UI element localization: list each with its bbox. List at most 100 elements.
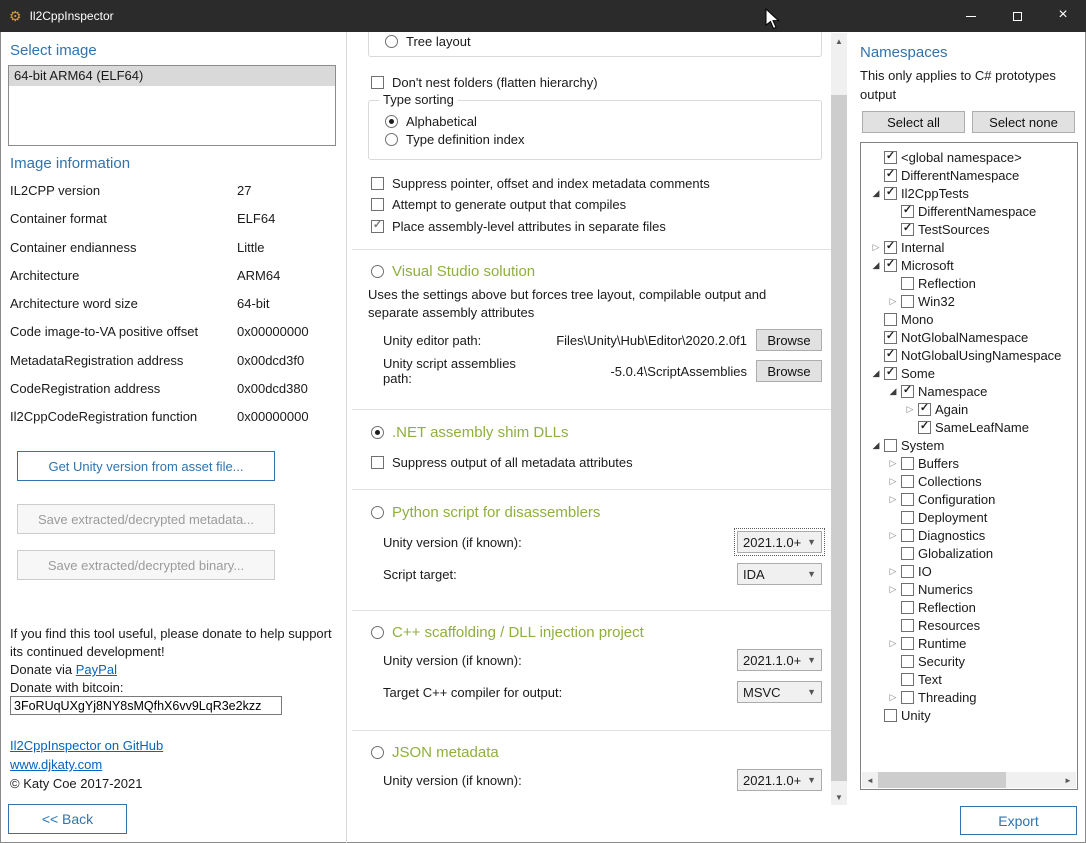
expander-collapsed-icon[interactable]: ▷ — [868, 242, 884, 253]
tree-item-microsoft[interactable]: ◢Microsoft — [862, 256, 1076, 274]
script-target-select[interactable]: IDA ▼ — [737, 563, 822, 585]
shim-dlls-option[interactable]: .NET assembly shim DLLs — [371, 422, 568, 442]
minimize-button[interactable] — [948, 0, 994, 32]
tree-item-runtime[interactable]: ▷Runtime — [862, 634, 1076, 652]
unity-editor-path-field[interactable]: Files\Unity\Hub\Editor\2020.2.0f1 — [529, 333, 747, 348]
namespace-checkbox[interactable] — [884, 187, 897, 200]
tree-item-reflection[interactable]: Reflection — [862, 598, 1076, 616]
expander-expanded-icon[interactable]: ◢ — [868, 188, 884, 199]
suppress-metadata-attributes-checkbox[interactable] — [371, 456, 384, 469]
scroll-down-button[interactable]: ▼ — [831, 789, 847, 805]
tree-item-text[interactable]: Text — [862, 670, 1076, 688]
select-none-button[interactable]: Select none — [972, 111, 1075, 133]
namespace-checkbox[interactable] — [884, 259, 897, 272]
tree-item-win32[interactable]: ▷Win32 — [862, 292, 1076, 310]
separate-attribute-files-checkbox[interactable] — [371, 220, 384, 233]
namespace-checkbox[interactable] — [918, 421, 931, 434]
shim-dlls-radio[interactable] — [371, 426, 384, 439]
tree-item-threading[interactable]: ▷Threading — [862, 688, 1076, 706]
namespace-checkbox[interactable] — [901, 385, 914, 398]
tree-item-sameleafname[interactable]: SameLeafName — [862, 418, 1076, 436]
tree-item-reflection[interactable]: Reflection — [862, 274, 1076, 292]
namespace-checkbox[interactable] — [901, 205, 914, 218]
json-metadata-radio[interactable] — [371, 746, 384, 759]
namespace-checkbox[interactable] — [901, 655, 914, 668]
namespace-checkbox[interactable] — [884, 313, 897, 326]
expander-collapsed-icon[interactable]: ▷ — [885, 584, 901, 595]
tree-item-buffers[interactable]: ▷Buffers — [862, 454, 1076, 472]
namespace-checkbox[interactable] — [901, 673, 914, 686]
script-assemblies-path-field[interactable]: -5.0.4\ScriptAssemblies — [529, 364, 747, 379]
tree-item-collections[interactable]: ▷Collections — [862, 472, 1076, 490]
tree-item-internal[interactable]: ▷Internal — [862, 238, 1076, 256]
tree-item-il2cpptests[interactable]: ◢Il2CppTests — [862, 184, 1076, 202]
flatten-hierarchy-checkbox[interactable] — [371, 76, 384, 89]
cpp-unity-version-select[interactable]: 2021.1.0+ ▼ — [737, 649, 822, 671]
namespace-checkbox[interactable] — [884, 349, 897, 362]
namespace-checkbox[interactable] — [901, 547, 914, 560]
suppress-metadata-attributes-option[interactable]: Suppress output of all metadata attribut… — [371, 453, 633, 471]
tree-item-notglobalusingnamespace[interactable]: NotGlobalUsingNamespace — [862, 346, 1076, 364]
tree-item-deployment[interactable]: Deployment — [862, 508, 1076, 526]
browse-assemblies-path-button[interactable]: Browse — [756, 360, 822, 382]
flatten-hierarchy-option[interactable]: Don't nest folders (flatten hierarchy) — [371, 73, 598, 91]
paypal-link[interactable]: PayPal — [76, 662, 117, 677]
suppress-metadata-comments-option[interactable]: Suppress pointer, offset and index metad… — [371, 174, 710, 192]
alphabetical-radio[interactable] — [385, 115, 398, 128]
type-definition-index-option[interactable]: Type definition index — [385, 132, 525, 147]
visual-studio-solution-radio[interactable] — [371, 265, 384, 278]
namespace-checkbox[interactable] — [884, 169, 897, 182]
namespace-checkbox[interactable] — [918, 403, 931, 416]
type-definition-index-radio[interactable] — [385, 133, 398, 146]
expander-collapsed-icon[interactable]: ▷ — [885, 494, 901, 505]
compilable-output-option[interactable]: Attempt to generate output that compiles — [371, 195, 626, 213]
tree-item-again[interactable]: ▷Again — [862, 400, 1076, 418]
namespace-checkbox[interactable] — [884, 331, 897, 344]
namespace-checkbox[interactable] — [901, 565, 914, 578]
python-script-radio[interactable] — [371, 506, 384, 519]
tree-horizontal-scrollbar[interactable]: ◄ ► — [862, 772, 1076, 788]
namespace-checkbox[interactable] — [884, 151, 897, 164]
tree-item-global-namespace[interactable]: <global namespace> — [862, 148, 1076, 166]
tree-layout-radio[interactable] — [385, 35, 398, 48]
namespace-checkbox[interactable] — [901, 277, 914, 290]
scroll-right-button[interactable]: ► — [1060, 772, 1076, 788]
tree-item-globalization[interactable]: Globalization — [862, 544, 1076, 562]
expander-collapsed-icon[interactable]: ▷ — [885, 692, 901, 703]
tree-item-differentnamespace[interactable]: DifferentNamespace — [862, 166, 1076, 184]
expander-collapsed-icon[interactable]: ▷ — [885, 638, 901, 649]
python-unity-version-select[interactable]: 2021.1.0+ ▼ — [737, 531, 822, 553]
website-link[interactable]: www.djkaty.com — [10, 757, 102, 772]
separate-attribute-files-option[interactable]: Place assembly-level attributes in separ… — [371, 217, 666, 235]
namespace-checkbox[interactable] — [901, 637, 914, 650]
tree-item-configuration[interactable]: ▷Configuration — [862, 490, 1076, 508]
options-scrollbar[interactable]: ▲ ▼ — [831, 33, 847, 805]
tree-item-security[interactable]: Security — [862, 652, 1076, 670]
namespace-checkbox[interactable] — [901, 457, 914, 470]
tree-layout-option[interactable]: Tree layout — [385, 34, 471, 49]
namespace-checkbox[interactable] — [901, 511, 914, 524]
tree-item-notglobalnamespace[interactable]: NotGlobalNamespace — [862, 328, 1076, 346]
image-listbox[interactable]: 64-bit ARM64 (ELF64) — [8, 65, 336, 146]
compilable-output-checkbox[interactable] — [371, 198, 384, 211]
namespace-checkbox[interactable] — [901, 493, 914, 506]
namespace-checkbox[interactable] — [901, 529, 914, 542]
namespace-checkbox[interactable] — [901, 475, 914, 488]
suppress-metadata-comments-checkbox[interactable] — [371, 177, 384, 190]
namespace-checkbox[interactable] — [901, 691, 914, 704]
json-unity-version-select[interactable]: 2021.1.0+ ▼ — [737, 769, 822, 791]
tree-item-unity[interactable]: Unity — [862, 706, 1076, 724]
tree-item-namespace[interactable]: ◢Namespace — [862, 382, 1076, 400]
github-link[interactable]: Il2CppInspector on GitHub — [10, 738, 163, 753]
get-unity-version-button[interactable]: Get Unity version from asset file... — [17, 451, 275, 481]
tree-item-differentnamespace[interactable]: DifferentNamespace — [862, 202, 1076, 220]
tree-item-resources[interactable]: Resources — [862, 616, 1076, 634]
namespace-checkbox[interactable] — [901, 601, 914, 614]
expander-expanded-icon[interactable]: ◢ — [885, 386, 901, 397]
browse-editor-path-button[interactable]: Browse — [756, 329, 822, 351]
select-all-button[interactable]: Select all — [862, 111, 965, 133]
namespace-checkbox[interactable] — [901, 295, 914, 308]
bitcoin-address-input[interactable] — [10, 696, 282, 715]
expander-collapsed-icon[interactable]: ▷ — [885, 566, 901, 577]
json-metadata-option[interactable]: JSON metadata — [371, 742, 499, 762]
